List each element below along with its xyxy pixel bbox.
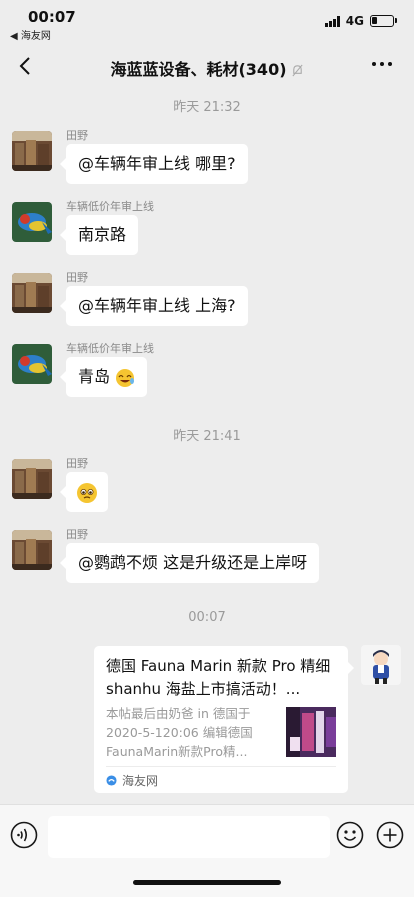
message-bubble[interactable]: @车辆年审上线 上海? — [60, 286, 248, 326]
link-card-description: 本帖最后由奶爸 in 德国于 2020-5-120:06 编辑德国 FaunaM… — [106, 706, 253, 759]
link-card-title: 德国 Fauna Marin 新款 Pro 精细 shanhu 海盐上市搞活动！… — [106, 657, 331, 698]
sender-name: 车辆低价年审上线 — [66, 200, 154, 213]
sender-name: 田野 — [66, 528, 88, 541]
status-indicators: 4G — [324, 14, 397, 28]
home-indicator[interactable] — [133, 880, 281, 885]
avatar-tianye[interactable] — [12, 131, 52, 171]
more-actions-plus-icon[interactable] — [376, 821, 404, 849]
avatar-self[interactable] — [361, 645, 401, 685]
chat-title-text: 海蓝蓝设备、耗材(340) — [110, 60, 287, 79]
more-options-icon[interactable] — [372, 62, 392, 66]
timestamp: 昨天 21:41 — [173, 429, 241, 444]
source-logo-icon — [106, 775, 117, 786]
chat-header: 海蓝蓝设备、耗材(340) — [0, 44, 414, 90]
timestamp: 00:07 — [188, 610, 226, 625]
message-bubble[interactable]: @鹦鹉不烦 这是升级还是上岸呀 — [59, 543, 320, 583]
status-bar: 00:07 ◀ 海友网 4G — [0, 0, 414, 44]
avatar-parrot[interactable] — [12, 344, 52, 384]
laughing-emoji-icon — [116, 368, 135, 387]
message-bubble[interactable]: @车辆年审上线 哪里? — [60, 144, 248, 184]
timestamp: 昨天 21:32 — [173, 100, 241, 115]
network-label: 4G — [345, 14, 364, 28]
pleading-emoji-icon — [77, 482, 97, 503]
status-time: 00:07 — [28, 8, 76, 26]
back-to-app-link[interactable]: ◀ 海友网 — [10, 27, 51, 42]
battery-fill — [372, 17, 377, 24]
sender-name: 田野 — [66, 457, 88, 470]
link-card-divider — [106, 766, 336, 767]
avatar-tianye[interactable] — [12, 530, 52, 570]
avatar-tianye[interactable] — [12, 273, 52, 313]
link-card-thumbnail — [286, 707, 336, 757]
message-list[interactable]: 昨天 21:32 田野 @车辆年审上线 哪里? 车辆低价年审上线 南京路 田野 … — [0, 90, 414, 804]
emoji-picker-icon[interactable] — [336, 821, 364, 849]
chat-title: 海蓝蓝设备、耗材(340) — [0, 56, 414, 80]
link-card-message[interactable]: 德国 Fauna Marin 新款 Pro 精细 shanhu 海盐上市搞活动！… — [94, 646, 354, 793]
voice-input-icon[interactable] — [10, 821, 38, 849]
sender-name: 田野 — [66, 129, 88, 142]
avatar-parrot[interactable] — [12, 202, 52, 242]
link-card-source: 海友网 — [106, 772, 158, 789]
sender-name: 车辆低价年审上线 — [66, 342, 154, 355]
message-bubble[interactable]: 青岛 — [59, 357, 148, 397]
link-card-source-label: 海友网 — [122, 774, 159, 788]
mute-bell-icon — [291, 64, 303, 77]
avatar-tianye[interactable] — [12, 459, 52, 499]
message-text: 青岛 — [78, 367, 111, 386]
signal-icon — [324, 15, 340, 27]
message-bubble[interactable]: 南京路 — [59, 215, 139, 255]
sender-name: 田野 — [66, 271, 88, 284]
battery-icon — [370, 15, 397, 27]
message-input[interactable] — [48, 816, 330, 858]
message-bubble[interactable] — [60, 472, 108, 512]
